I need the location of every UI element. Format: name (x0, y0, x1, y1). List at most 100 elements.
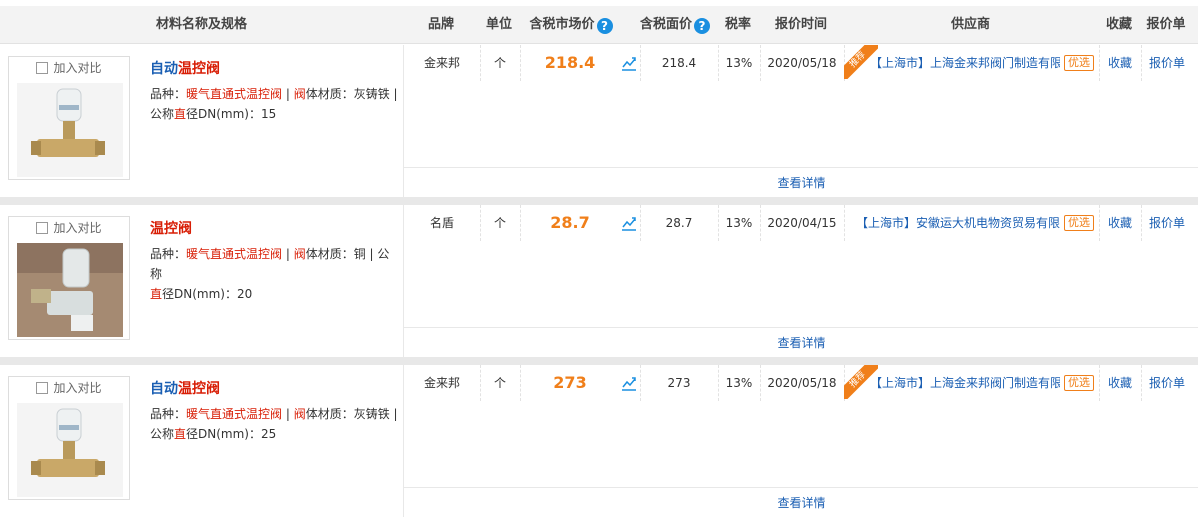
supplier-link[interactable]: 【上海市】安徽运大机电物资贸易有限... (856, 205, 1060, 241)
trend-chart-icon[interactable] (620, 374, 638, 392)
help-icon[interactable]: ? (596, 18, 613, 34)
brand-cell: 金来邦 (423, 56, 460, 70)
product-name-link[interactable]: 自动温控阀 (150, 59, 400, 79)
product-spec: 品种：暖气直通式温控阀 | 阀体材质：灰铸铁 | 公称直径DN(mm)：25 (150, 404, 400, 444)
quote-date-cell: 2020/04/15 (767, 216, 837, 230)
row-separator (0, 197, 1198, 205)
header-unit: 单位 (485, 17, 512, 32)
product-name-prefix: 自动 (150, 61, 178, 77)
spec-text: 公称 (150, 107, 175, 121)
product-spec: 品种：暖气直通式温控阀 | 阀体材质：灰铸铁 | 公称直径DN(mm)：15 (150, 84, 400, 124)
spec-text: 径DN(mm)：20 (162, 287, 253, 301)
product-thumbnail-card: 加入对比 (8, 376, 130, 500)
header-tax-rate: 税率 (724, 17, 751, 32)
product-name-keyword: 温控阀 (150, 221, 192, 237)
unit-cell: 个 (493, 376, 506, 390)
preferred-badge: 优选 (1062, 365, 1096, 401)
spec-text: 体材质：灰铸铁 | (305, 407, 398, 421)
spec-text: 径DN(mm)：25 (186, 427, 277, 441)
brand-cell: 名盾 (429, 216, 454, 230)
product-name-keyword: 温控阀 (178, 61, 220, 77)
product-image[interactable] (17, 243, 123, 337)
spec-text: 品种： (150, 407, 187, 421)
add-compare-label: 加入对比 (53, 381, 102, 395)
spec-text: 径DN(mm)：15 (186, 107, 277, 121)
spec-highlight: 阀 (293, 407, 306, 421)
spec-highlight: 阀 (293, 247, 306, 261)
spec-highlight: 暖气直通式温控阀 (186, 87, 283, 101)
view-details-link[interactable]: 查看详情 (404, 327, 1198, 357)
preferred-badge: 优选 (1062, 45, 1096, 81)
row-data-area: 金来邦 个 218.4 218.4 13% 2020/05/18 推荐 【上海市… (403, 45, 1198, 197)
market-price-cell: 273 (553, 373, 587, 392)
product-info: 自动温控阀 品种：暖气直通式温控阀 | 阀体材质：灰铸铁 | 公称直径DN(mm… (150, 379, 400, 444)
preferred-badge-label: 优选 (1064, 55, 1094, 71)
tax-rate-cell: 13% (725, 376, 753, 390)
spec-text: 公称 (150, 427, 175, 441)
add-compare-label: 加入对比 (53, 221, 102, 235)
spec-highlight: 暖气直通式温控阀 (186, 247, 283, 261)
spec-text: | (282, 247, 294, 261)
header-face-price: 含税面价? (633, 6, 717, 44)
face-price-cell: 218.4 (661, 56, 697, 70)
header-brand: 品牌 (427, 17, 454, 32)
spec-text: | (282, 407, 294, 421)
product-image[interactable] (17, 83, 123, 177)
quote-sheet-link[interactable]: 报价单 (1141, 205, 1193, 241)
tax-rate-cell: 13% (725, 56, 753, 70)
add-compare-toggle[interactable]: 加入对比 (9, 217, 129, 239)
spec-text: 体材质：灰铸铁 | (305, 87, 398, 101)
row-data-area: 名盾 个 28.7 28.7 13% 2020/04/15 【上海市】安徽运大机… (403, 205, 1198, 357)
unit-cell: 个 (493, 216, 506, 230)
spec-highlight: 阀 (293, 87, 306, 101)
preferred-badge-label: 优选 (1064, 215, 1094, 231)
column-divider (844, 205, 845, 241)
help-icon[interactable]: ? (694, 18, 710, 34)
tax-rate-cell: 13% (725, 216, 753, 230)
product-name-keyword: 温控阀 (178, 381, 220, 397)
product-info: 自动温控阀 品种：暖气直通式温控阀 | 阀体材质：灰铸铁 | 公称直径DN(mm… (150, 59, 400, 124)
preferred-badge-label: 优选 (1064, 375, 1094, 391)
checkbox-icon[interactable] (36, 382, 49, 394)
header-quote-time: 报价时间 (774, 17, 827, 32)
product-spec: 品种：暖气直通式温控阀 | 阀体材质：铜 | 公称 直径DN(mm)：20 (150, 244, 400, 304)
header-market-price: 含税市场价? (519, 6, 623, 44)
product-thumbnail-card: 加入对比 (8, 216, 130, 340)
quote-sheet-link[interactable]: 报价单 (1141, 45, 1193, 81)
row-separator (0, 357, 1198, 365)
product-thumbnail-card: 加入对比 (8, 56, 130, 180)
checkbox-icon[interactable] (36, 222, 49, 234)
checkbox-icon[interactable] (36, 62, 49, 74)
spec-text: 品种： (150, 247, 187, 261)
unit-cell: 个 (493, 56, 506, 70)
market-price-cell: 218.4 (544, 53, 596, 72)
header-quote-sheet: 报价单 (1146, 17, 1186, 32)
favorite-link[interactable]: 收藏 (1099, 45, 1141, 81)
view-details-link[interactable]: 查看详情 (404, 167, 1198, 197)
trend-chart-icon[interactable] (620, 214, 638, 232)
brand-cell: 金来邦 (423, 376, 460, 390)
header-market-price-label: 含税市场价 (529, 17, 595, 32)
product-name-link[interactable]: 温控阀 (150, 219, 400, 239)
favorite-link[interactable]: 收藏 (1099, 205, 1141, 241)
quote-table: 材料名称及规格 品牌 单位 含税市场价? 含税面价? 税率 报价时间 供应商 收… (0, 0, 1198, 519)
product-name-link[interactable]: 自动温控阀 (150, 379, 400, 399)
table-row: 加入对比 自动温控阀 品种：暖气直通式温控阀 | 阀体材质：灰铸铁 | 公称直径… (0, 365, 1198, 517)
product-image[interactable] (17, 403, 123, 497)
spec-highlight: 直 (174, 107, 187, 121)
favorite-link[interactable]: 收藏 (1099, 365, 1141, 401)
add-compare-toggle[interactable]: 加入对比 (9, 377, 129, 399)
view-details-link[interactable]: 查看详情 (404, 487, 1198, 517)
spec-text: | (282, 87, 294, 101)
trend-chart-icon[interactable] (620, 54, 638, 72)
add-compare-toggle[interactable]: 加入对比 (9, 57, 129, 79)
preferred-badge: 优选 (1062, 205, 1096, 241)
quote-sheet-link[interactable]: 报价单 (1141, 365, 1193, 401)
market-price-cell: 28.7 (550, 213, 590, 232)
spec-highlight: 暖气直通式温控阀 (186, 407, 283, 421)
table-header: 材料名称及规格 品牌 单位 含税市场价? 含税面价? 税率 报价时间 供应商 收… (0, 6, 1198, 44)
supplier-link[interactable]: 【上海市】上海金来邦阀门制造有限公... (870, 365, 1060, 401)
table-row: 加入对比 温控阀 品种：暖气直通式温控阀 | 阀体材质：铜 | 公称 直径DN( (0, 205, 1198, 357)
supplier-link[interactable]: 【上海市】上海金来邦阀门制造有限公... (870, 45, 1060, 81)
row-data-area: 金来邦 个 273 273 13% 2020/05/18 推荐 【上海市】上海金… (403, 365, 1198, 517)
